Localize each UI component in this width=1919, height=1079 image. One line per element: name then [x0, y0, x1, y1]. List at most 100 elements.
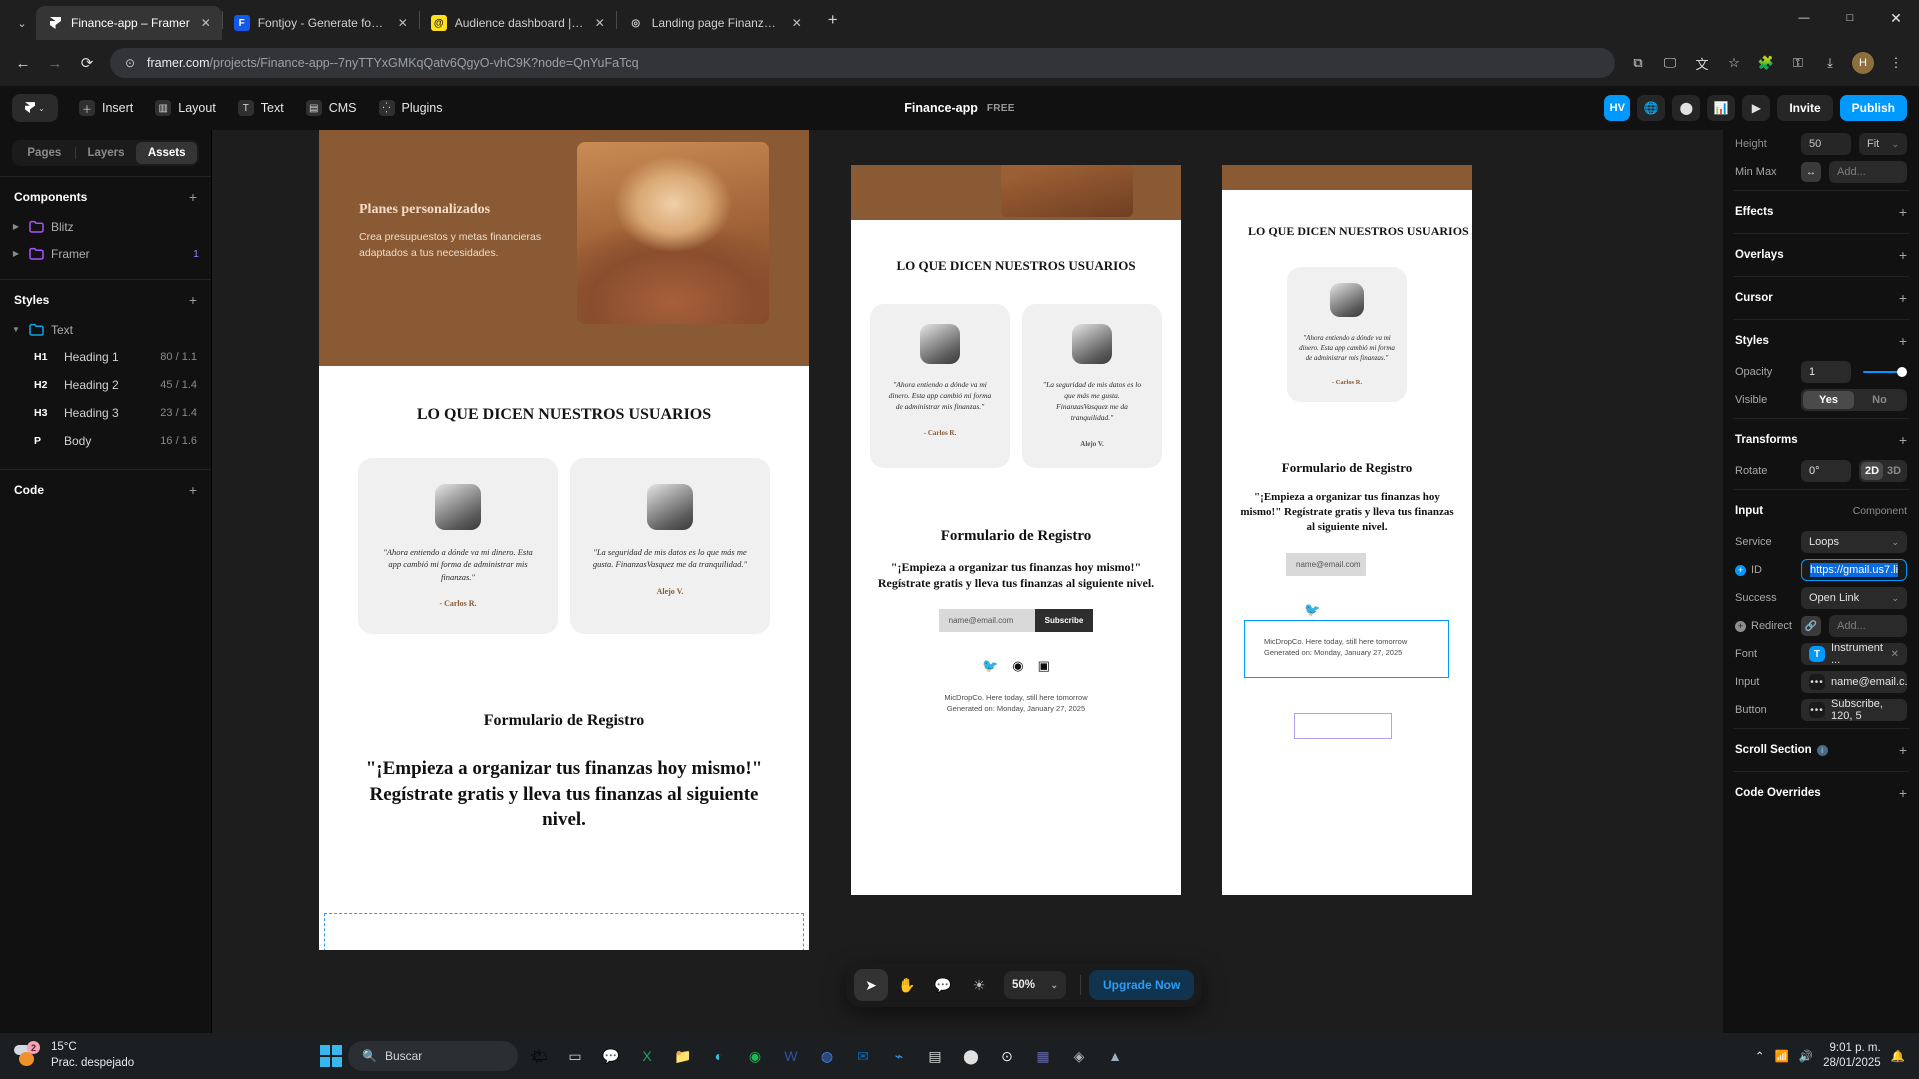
taskbar-framer-icon[interactable]: ▲ — [1100, 1041, 1130, 1071]
rotate-input[interactable]: 0° — [1801, 460, 1851, 482]
link-icon[interactable]: 🔗 — [1801, 616, 1821, 636]
section-effects[interactable]: Effects + — [1723, 195, 1919, 229]
add-override-button[interactable]: + — [1899, 785, 1907, 801]
browser-tab-3[interactable]: ◎ Landing page FinanzasVasquez ✕ — [617, 6, 813, 40]
search-input[interactable]: 🔍 Buscar — [348, 1041, 518, 1071]
taskbar-explorer-icon[interactable]: 📁 — [668, 1041, 698, 1071]
add-redirect-icon[interactable]: + — [1735, 620, 1746, 632]
weather-widget[interactable]: 2 15°C Prac. despejado — [0, 1040, 320, 1071]
record-icon[interactable]: ⬤ — [1672, 95, 1701, 121]
extensions-icon[interactable]: 🧩 — [1751, 48, 1781, 78]
comment-icon[interactable]: 💬 — [926, 969, 960, 1001]
section-scroll[interactable]: Scroll Section i + — [1723, 733, 1919, 767]
taskbar-app-icon[interactable]: ◈ — [1064, 1041, 1094, 1071]
framer-logo-button[interactable]: ⌄ — [12, 94, 58, 122]
browser-tab-1[interactable]: F Fontjoy - Generate font pairings ✕ — [223, 6, 419, 40]
tab-list-chevron-icon[interactable]: ⌄ — [8, 6, 36, 40]
taskbar-edge-icon[interactable]: ◐ — [704, 1041, 734, 1071]
translate-icon[interactable]: 文 — [1687, 48, 1717, 78]
start-button[interactable] — [320, 1045, 342, 1067]
sidebar-tab-layers[interactable]: Layers — [76, 142, 137, 164]
browser-tab-2[interactable]: @ Audience dashboard | Mailchimp ✕ — [420, 6, 616, 40]
testimonial-card[interactable]: "La seguridad de mis datos es lo que más… — [1022, 304, 1162, 468]
section-code-overrides[interactable]: Code Overrides + — [1723, 776, 1919, 810]
email-field[interactable]: name@email.com — [1286, 552, 1366, 576]
hand-icon[interactable]: ✋ — [890, 969, 924, 1001]
transform-mode-toggle[interactable]: 2D 3D — [1859, 460, 1907, 482]
more-menu-icon[interactable]: ⋮ — [1881, 48, 1911, 78]
menu-insert[interactable]: ＋ Insert — [70, 95, 142, 121]
opacity-input[interactable]: 1 — [1801, 361, 1851, 383]
twitch-icon[interactable]: ▣ — [1038, 658, 1050, 674]
close-window-button[interactable]: ✕ — [1873, 0, 1919, 36]
section-cursor[interactable]: Cursor + — [1723, 281, 1919, 315]
section-overlays[interactable]: Overlays + — [1723, 238, 1919, 272]
bookmark-star-icon[interactable]: ☆ — [1719, 48, 1749, 78]
style-item-h1[interactable]: H1 Heading 1 80 / 1.1 — [0, 343, 211, 371]
add-id-icon[interactable]: + — [1735, 564, 1746, 576]
visible-yes-option[interactable]: Yes — [1803, 391, 1854, 409]
mode-3d-option[interactable]: 3D — [1883, 462, 1905, 480]
input-child-value-field[interactable]: ••• name@email.c... — [1801, 671, 1907, 693]
opacity-slider[interactable] — [1863, 361, 1907, 383]
chevron-right-icon[interactable]: ▶ — [10, 222, 22, 231]
taskbar-excel-icon[interactable]: X — [632, 1041, 662, 1071]
cursor-icon[interactable]: ➤ — [854, 969, 888, 1001]
style-item-body[interactable]: P Body 16 / 1.6 — [0, 427, 211, 455]
styles-folder-text[interactable]: ▼ Text — [0, 316, 211, 343]
browser-tab-0[interactable]: Finance-app – Framer ✕ — [36, 6, 222, 40]
testimonial-card[interactable]: "Ahora entiendo a dónde va mi dinero. Es… — [1287, 267, 1407, 403]
chevron-right-icon[interactable]: ▶ — [10, 249, 22, 258]
add-effect-button[interactable]: + — [1899, 204, 1907, 220]
add-transform-button[interactable]: + — [1899, 432, 1907, 448]
artboard-mobile[interactable]: LO QUE DICEN NUESTROS USUARIOS "Ahora en… — [1222, 165, 1472, 895]
button-child-value-field[interactable]: ••• Subscribe, 120, 5 — [1801, 699, 1907, 721]
invite-button[interactable]: Invite — [1777, 95, 1833, 121]
sidebar-tab-assets[interactable]: Assets — [136, 142, 198, 164]
section-styles[interactable]: Styles + — [1723, 324, 1919, 358]
chevron-down-icon[interactable]: ▼ — [10, 325, 22, 334]
forward-icon[interactable]: → — [40, 48, 70, 78]
menu-plugins[interactable]: ⁛ Plugins — [370, 95, 452, 121]
testimonial-card[interactable]: "Ahora entiendo a dónde va mi dinero. Es… — [358, 458, 558, 634]
signup-form[interactable]: name@email.com Subscribe — [851, 608, 1181, 632]
add-cursor-button[interactable]: + — [1899, 290, 1907, 306]
artboard-desktop[interactable]: Planes personalizados Crea presupuestos … — [319, 130, 809, 950]
add-scroll-button[interactable]: + — [1899, 742, 1907, 758]
menu-layout[interactable]: ▥ Layout — [146, 95, 225, 121]
visible-no-option[interactable]: No — [1854, 391, 1905, 409]
menu-cms[interactable]: ▤ CMS — [297, 95, 366, 121]
theme-icon[interactable]: ☀ — [962, 969, 996, 1001]
close-icon[interactable]: ✕ — [789, 15, 805, 31]
mode-2d-option[interactable]: 2D — [1861, 462, 1883, 480]
close-icon[interactable]: ✕ — [198, 15, 214, 31]
maximize-button[interactable]: □ — [1827, 0, 1873, 36]
taskbar-github-icon[interactable]: ⊙ — [992, 1041, 1022, 1071]
zoom-select[interactable]: 50% ⌄ — [1004, 971, 1066, 999]
tray-volume-icon[interactable]: 🔊 — [1799, 1049, 1813, 1063]
add-overlay-button[interactable]: + — [1899, 247, 1907, 263]
taskbar-figma-icon[interactable]: ⬤ — [956, 1041, 986, 1071]
taskbar-outlook-icon[interactable]: ✉ — [848, 1041, 878, 1071]
reload-icon[interactable]: ⟳ — [72, 48, 102, 78]
service-select[interactable]: Loops ⌄ — [1801, 531, 1907, 553]
height-fit-select[interactable]: Fit ⌄ — [1859, 133, 1907, 155]
font-picker[interactable]: T Instrument ... ✕ — [1801, 643, 1907, 665]
upgrade-button[interactable]: Upgrade Now — [1089, 970, 1195, 1000]
back-icon[interactable]: ← — [8, 48, 38, 78]
taskbar-teams-icon[interactable]: ▦ — [1028, 1041, 1058, 1071]
component-folder-blitz[interactable]: ▶ Blitz — [0, 213, 211, 240]
site-settings-icon[interactable]: ⊙ — [122, 55, 138, 71]
arrows-h-icon[interactable]: ↔ — [1801, 162, 1821, 182]
minmax-input[interactable]: Add... — [1829, 161, 1907, 183]
design-canvas[interactable]: Planes personalizados Crea presupuestos … — [212, 130, 1723, 1033]
close-icon[interactable]: ✕ — [592, 15, 608, 31]
redirect-input[interactable]: Add... — [1829, 615, 1907, 637]
style-item-h2[interactable]: H2 Heading 2 45 / 1.4 — [0, 371, 211, 399]
component-folder-framer[interactable]: ▶ Framer 1 — [0, 240, 211, 267]
publish-button[interactable]: Publish — [1839, 95, 1907, 121]
slider-knob[interactable] — [1897, 367, 1907, 377]
new-tab-button[interactable]: + — [819, 6, 847, 34]
address-bar[interactable]: ⊙ framer.com/projects/Finance-app--7nyTT… — [110, 48, 1615, 78]
tray-network-icon[interactable]: 📶 — [1774, 1049, 1788, 1063]
